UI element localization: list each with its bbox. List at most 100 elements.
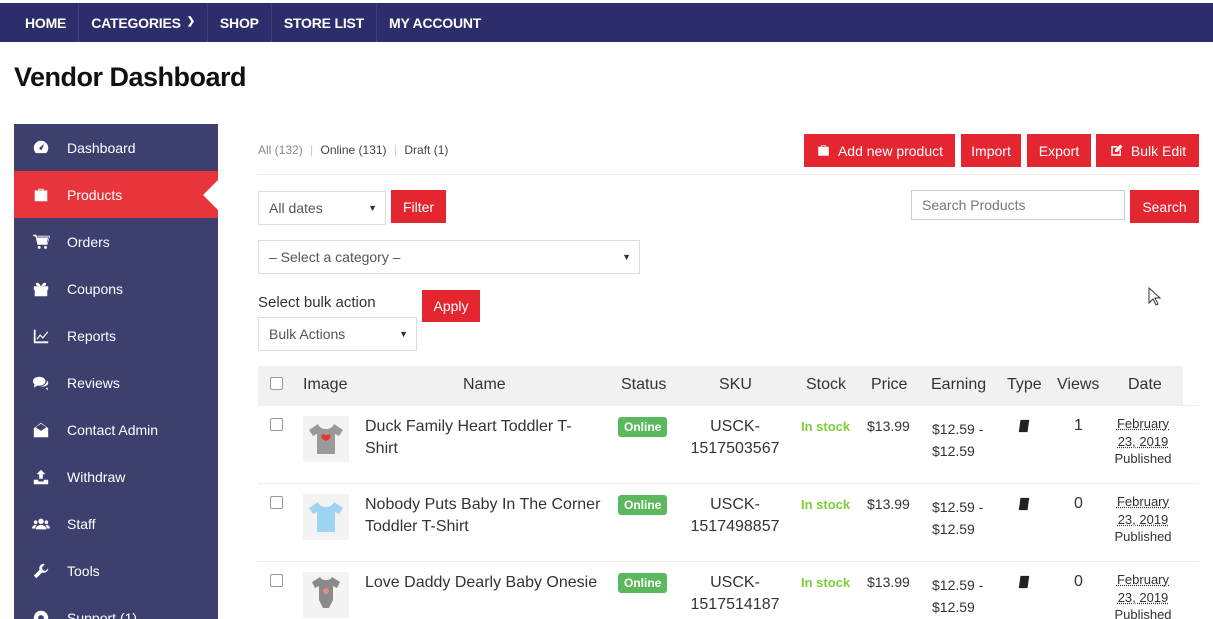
publish-status: Published (1114, 607, 1172, 619)
import-label: Import (971, 142, 1011, 159)
status-badge: Online (618, 495, 668, 515)
earning-line: $12.59 - (932, 421, 984, 437)
row-checkbox[interactable] (270, 418, 283, 431)
divider (258, 174, 1199, 175)
sidebar-item-label: Withdraw (67, 468, 126, 485)
sidebar-item-reviews[interactable]: Reviews (14, 359, 218, 406)
separator: | (310, 143, 314, 157)
comments-icon (30, 374, 52, 392)
filter-draft[interactable]: Draft (1) (404, 143, 448, 157)
gift-icon (30, 280, 52, 298)
sidebar-item-label: Staff (67, 515, 96, 532)
price-cell: $13.99 (867, 574, 910, 590)
sidebar-item-support[interactable]: Support (1) (14, 594, 218, 619)
chevron-down-icon: ▼ (622, 252, 631, 262)
product-thumbnail[interactable] (303, 572, 349, 618)
publish-status: Published (1114, 451, 1172, 466)
export-button[interactable]: Export (1027, 134, 1091, 167)
bulk-edit-button[interactable]: Bulk Edit (1096, 134, 1199, 167)
product-name-line: Love Daddy Dearly Baby Onesie (365, 574, 598, 591)
header-date[interactable]: Date (1128, 376, 1162, 394)
sidebar-item-staff[interactable]: Staff (14, 500, 218, 547)
date-line: 23, 2019 (1117, 512, 1169, 527)
sku-line: USCK- (710, 574, 760, 591)
top-nav: HOME CATEGORIES ❯ SHOP STORE LIST MY ACCO… (0, 3, 1213, 42)
stock-status: In stock (801, 419, 851, 434)
filter-online[interactable]: Online (131) (321, 143, 387, 157)
product-thumbnail[interactable] (303, 494, 349, 540)
sku-cell: USCK- 1517503567 (690, 416, 780, 460)
apply-button[interactable]: Apply (422, 290, 480, 322)
sku-cell: USCK- 1517498857 (690, 494, 780, 538)
search-products-input[interactable]: Search Products (911, 190, 1125, 220)
sidebar-item-label: Tools (67, 562, 100, 579)
filter-all[interactable]: All (132) (258, 143, 303, 157)
tshirt-image (309, 424, 343, 454)
header-earning: Earning (931, 376, 987, 393)
dates-select[interactable]: All dates ▼ (258, 191, 386, 225)
header-views: Views (1057, 376, 1100, 393)
price-cell: $13.99 (867, 418, 910, 434)
mouse-cursor-icon (1148, 287, 1162, 306)
earning-line: $12.59 (932, 521, 975, 537)
nav-home[interactable]: HOME (0, 3, 80, 42)
stock-status: In stock (801, 575, 851, 590)
sidebar-item-tools[interactable]: Tools (14, 547, 218, 594)
sidebar-item-products[interactable]: Products (14, 171, 219, 218)
chevron-down-icon: ▼ (399, 329, 408, 339)
sidebar-item-coupons[interactable]: Coupons (14, 265, 218, 312)
date-line: February (1116, 572, 1170, 587)
date-line: February (1116, 494, 1170, 509)
product-name-link[interactable]: Nobody Puts Baby In The Corner Toddler T… (365, 494, 600, 538)
bulk-action-label: Select bulk action (258, 294, 376, 311)
status-badge: Online (618, 573, 668, 593)
row-checkbox[interactable] (270, 496, 283, 509)
book-icon (1017, 419, 1031, 438)
nav-store-list[interactable]: STORE LIST (272, 3, 378, 42)
add-new-product-label: Add new product (837, 142, 944, 159)
nav-store-list-label: STORE LIST (283, 14, 365, 31)
stock-status: In stock (801, 497, 851, 512)
product-name-link[interactable]: Duck Family Heart Toddler T- Shirt (365, 416, 572, 460)
sidebar-item-withdraw[interactable]: Withdraw (14, 453, 218, 500)
sidebar-item-dashboard[interactable]: Dashboard (14, 124, 218, 171)
sidebar-item-reports[interactable]: Reports (14, 312, 218, 359)
nav-shop-label: SHOP (219, 14, 259, 31)
sidebar-item-label: Coupons (67, 280, 124, 297)
nav-home-label: HOME (25, 14, 67, 31)
users-icon (30, 515, 52, 533)
search-button[interactable]: Search (1130, 190, 1199, 223)
product-thumbnail[interactable] (303, 416, 349, 462)
filter-button[interactable]: Filter (391, 190, 446, 223)
nav-my-account[interactable]: MY ACCOUNT (377, 3, 493, 42)
header-status: Status (621, 376, 667, 393)
sku-line: 1517503567 (690, 440, 780, 457)
add-new-product-button[interactable]: Add new product (804, 134, 955, 167)
product-name-line: Toddler T-Shirt (365, 518, 469, 535)
bulk-actions-select[interactable]: Bulk Actions ▼ (258, 317, 417, 351)
chart-icon (30, 327, 52, 345)
sidebar-item-contact-admin[interactable]: Contact Admin (14, 406, 218, 453)
sidebar-item-label: Reviews (67, 374, 120, 391)
earning-line: $12.59 - (932, 577, 984, 593)
select-all-checkbox[interactable] (270, 377, 283, 390)
row-checkbox[interactable] (270, 574, 283, 587)
date-cell: February 23, 2019 Published (1113, 571, 1173, 619)
sidebar-item-orders[interactable]: Orders (14, 218, 218, 265)
earning-cell: $12.59 - $12.59 (932, 418, 983, 462)
nav-shop[interactable]: SHOP (208, 3, 272, 42)
header-stock: Stock (806, 376, 847, 393)
status-filters: All (132) | Online (131) | Draft (1) (258, 143, 448, 157)
import-button[interactable]: Import (961, 134, 1021, 167)
nav-categories[interactable]: CATEGORIES ❯ (79, 3, 208, 42)
status-badge: Online (618, 417, 668, 437)
sidebar-item-label: Products (67, 186, 123, 203)
category-select[interactable]: – Select a category – ▼ (258, 240, 640, 274)
date-line: 23, 2019 (1117, 590, 1169, 605)
header-name[interactable]: Name (463, 376, 506, 394)
header-sku[interactable]: SKU (719, 376, 752, 394)
product-name-link[interactable]: Love Daddy Dearly Baby Onesie (365, 572, 597, 594)
header-price[interactable]: Price (871, 376, 907, 394)
chevron-down-icon: ❯ (186, 16, 195, 27)
views-cell: 1 (1074, 417, 1083, 434)
